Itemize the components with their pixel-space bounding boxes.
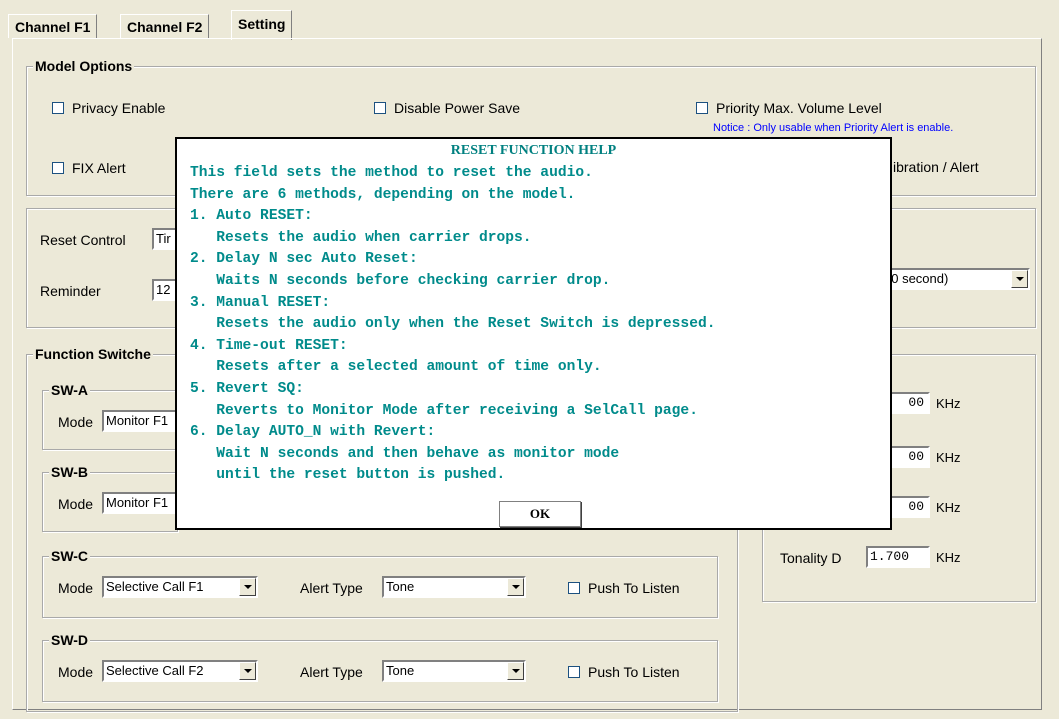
sw-b-mode-select[interactable]: Monitor F1 [102, 492, 178, 514]
checkbox-box[interactable] [568, 582, 580, 594]
reset-function-help-dialog: RESET FUNCTION HELP This field sets the … [175, 137, 892, 530]
checkbox-box[interactable] [52, 162, 64, 174]
tonality-d-label: Tonality D [780, 550, 842, 566]
chevron-down-icon[interactable] [239, 662, 256, 680]
sw-d-alert-type-value: Tone [386, 663, 415, 678]
tonality-b-unit: KHz [936, 450, 961, 465]
sw-d-title: SW-D [49, 632, 91, 648]
chevron-down-icon[interactable] [239, 578, 256, 596]
tab-channel-f1[interactable]: Channel F1 [8, 14, 98, 38]
help-line: This field sets the method to reset the … [190, 165, 593, 181]
tonality-d-unit: KHz [936, 550, 961, 565]
help-line: There are 6 methods, depending on the mo… [190, 186, 576, 203]
tab-channel-f2[interactable]: Channel F2 [120, 14, 210, 38]
sw-d-push-label: Push To Listen [588, 664, 680, 680]
help-line: Resets after a selected amount of time o… [190, 359, 602, 376]
sw-c-title: SW-C [49, 548, 91, 564]
reminder-label: Reminder [40, 283, 101, 299]
sw-d-alert-type-select[interactable]: Tone [382, 660, 526, 682]
tonality-c-unit: KHz [936, 500, 961, 515]
help-line: Resets the audio only when the Reset Swi… [190, 316, 716, 333]
privacy-enable-checkbox[interactable]: Privacy Enable [52, 100, 165, 116]
checkbox-box[interactable] [568, 666, 580, 678]
sw-b-mode-label: Mode [58, 496, 94, 512]
sw-c-mode-label: Mode [58, 580, 94, 596]
chevron-down-icon[interactable] [507, 578, 524, 596]
sw-b-title: SW-B [49, 464, 91, 480]
sw-d-push-to-listen-checkbox[interactable]: Push To Listen [568, 664, 680, 680]
sw-a-mode-select[interactable]: Monitor F1 [102, 410, 178, 432]
sw-a-mode-label: Mode [58, 414, 94, 430]
sw-d-mode-label: Mode [58, 664, 94, 680]
help-line: Wait N seconds and then behave as monito… [190, 445, 620, 462]
ok-button[interactable]: OK [499, 501, 581, 527]
priority-max-volume-checkbox[interactable]: Priority Max. Volume Level [696, 100, 882, 116]
sw-d-mode-value: Selective Call F2 [106, 663, 204, 678]
fix-alert-label: FIX Alert [72, 160, 126, 176]
sw-d-mode-select[interactable]: Selective Call F2 [102, 660, 258, 682]
reminder-interval-select[interactable]: 30 second) [880, 268, 1030, 290]
reminder-interval-value: 30 second) [884, 271, 949, 286]
chevron-down-icon[interactable] [507, 662, 524, 680]
reset-control-label: Reset Control [40, 232, 126, 248]
checkbox-box[interactable] [374, 102, 386, 114]
sw-c-alert-type-label: Alert Type [300, 580, 363, 596]
help-line: Reverts to Monitor Mode after receiving … [190, 402, 698, 419]
fix-alert-checkbox[interactable]: FIX Alert [52, 160, 126, 176]
help-line: 2. Delay N sec Auto Reset: [190, 251, 418, 268]
vibration-alert-label: ibration / Alert [893, 159, 979, 175]
sw-a-title: SW-A [49, 382, 91, 398]
help-line: 6. Delay AUTO_N with Revert: [190, 424, 436, 441]
help-line: Waits N seconds before checking carrier … [190, 272, 611, 289]
sw-c-mode-value: Selective Call F1 [106, 579, 204, 594]
help-line: until the reset button is pushed. [190, 467, 506, 484]
help-line: 1. Auto RESET: [190, 208, 313, 225]
help-line: 3. Manual RESET: [190, 294, 331, 311]
sw-c-push-label: Push To Listen [588, 580, 680, 596]
disable-power-save-checkbox[interactable]: Disable Power Save [374, 100, 520, 116]
priority-notice: Notice : Only usable when Priority Alert… [713, 122, 954, 134]
disable-power-save-label: Disable Power Save [394, 100, 521, 116]
priority-max-label: Priority Max. Volume Level [716, 100, 882, 116]
function-switches-title: Function Switche [33, 346, 153, 362]
dialog-help-text: This field sets the method to reset the … [190, 163, 715, 487]
help-line: 4. Time-out RESET: [190, 337, 348, 354]
tonality-a-unit: KHz [936, 396, 961, 411]
model-options-title: Model Options [33, 58, 135, 74]
checkbox-box[interactable] [52, 102, 64, 114]
sw-c-alert-type-value: Tone [386, 579, 415, 594]
tab-setting[interactable]: Setting [231, 10, 293, 40]
help-line: 5. Revert SQ: [190, 380, 304, 397]
help-line: Resets the audio when carrier drops. [190, 229, 532, 246]
sw-c-alert-type-select[interactable]: Tone [382, 576, 526, 598]
checkbox-box[interactable] [696, 102, 708, 114]
sw-d-alert-type-label: Alert Type [300, 664, 363, 680]
tonality-d-input[interactable]: 1.700 [866, 546, 930, 568]
privacy-label: Privacy Enable [72, 100, 166, 116]
sw-c-mode-select[interactable]: Selective Call F1 [102, 576, 258, 598]
sw-c-push-to-listen-checkbox[interactable]: Push To Listen [568, 580, 680, 596]
chevron-down-icon[interactable] [1011, 270, 1028, 288]
dialog-title: RESET FUNCTION HELP [450, 143, 617, 158]
